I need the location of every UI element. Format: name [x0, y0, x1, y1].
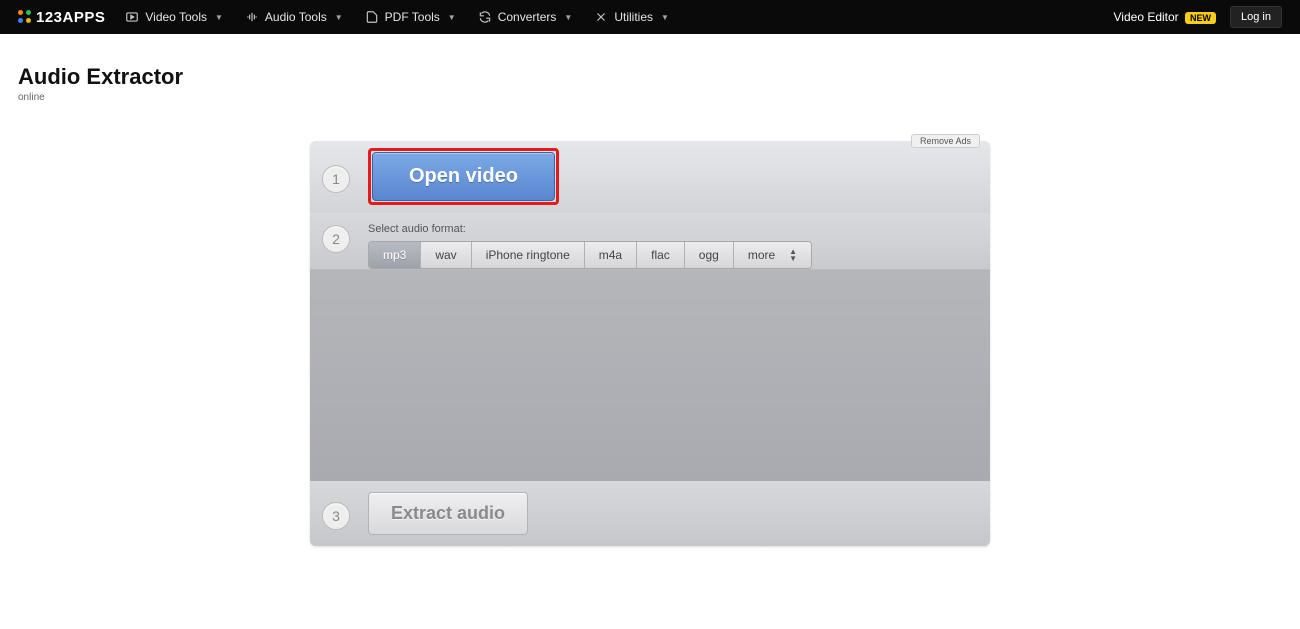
- chevron-down-icon: ▼: [215, 13, 223, 22]
- nav-utilities[interactable]: Utilities ▼: [594, 10, 669, 24]
- chevron-down-icon: ▼: [335, 13, 343, 22]
- step-2-row: 2 Select audio format: mp3 wav iPhone ri…: [310, 213, 990, 269]
- top-nav-right: Video Editor NEW Log in: [1114, 6, 1282, 28]
- nav-audio-label: Audio Tools: [265, 10, 327, 24]
- app-panel: 1 Open video 2 Select audio format: mp3 …: [310, 141, 990, 546]
- format-bar: mp3 wav iPhone ringtone m4a flac ogg mor…: [368, 241, 812, 269]
- extract-audio-button[interactable]: Extract audio: [368, 492, 528, 535]
- play-icon: [125, 10, 139, 24]
- video-editor-label: Video Editor: [1114, 10, 1179, 24]
- chevron-down-icon: ▼: [661, 13, 669, 22]
- nav-menu: Video Tools ▼ Audio Tools ▼ PDF Tools ▼ Con…: [125, 10, 669, 24]
- logo-dots-icon: [18, 10, 32, 24]
- brand-name: 123APPS: [36, 9, 105, 26]
- brand-logo[interactable]: 123APPS: [18, 9, 105, 26]
- audio-wave-icon: [245, 10, 259, 24]
- up-down-icon: ▲▼: [789, 248, 797, 262]
- step-3-number: 3: [322, 502, 350, 530]
- nav-pdf-tools[interactable]: PDF Tools ▼: [365, 10, 456, 24]
- nav-converters-label: Converters: [498, 10, 557, 24]
- nav-video-tools[interactable]: Video Tools ▼: [125, 10, 223, 24]
- page-title: Audio Extractor: [0, 34, 1300, 92]
- app-panel-wrapper: Remove Ads 1 Open video 2 Select audio f…: [310, 141, 990, 546]
- chevron-down-icon: ▼: [448, 13, 456, 22]
- format-more-button[interactable]: more ▲▼: [734, 242, 811, 268]
- nav-video-label: Video Tools: [145, 10, 207, 24]
- open-video-highlight-frame: Open video: [368, 148, 559, 205]
- step-1-row: 1 Open video: [310, 141, 990, 213]
- format-wav-button[interactable]: wav: [421, 242, 471, 268]
- top-nav-bar: 123APPS Video Tools ▼ Audio Tools ▼ PDF To…: [0, 0, 1300, 34]
- tools-icon: [594, 10, 608, 24]
- format-more-label: more: [748, 248, 775, 262]
- step-3-row: 3 Extract audio: [310, 481, 990, 546]
- nav-converters[interactable]: Converters ▼: [478, 10, 573, 24]
- nav-audio-tools[interactable]: Audio Tools ▼: [245, 10, 343, 24]
- page-subtitle: online: [0, 92, 1300, 103]
- step-2-content: Select audio format: mp3 wav iPhone ring…: [368, 221, 812, 269]
- video-editor-link[interactable]: Video Editor NEW: [1114, 10, 1217, 24]
- nav-pdf-label: PDF Tools: [385, 10, 440, 24]
- format-flac-button[interactable]: flac: [637, 242, 685, 268]
- new-badge: NEW: [1185, 12, 1216, 24]
- document-icon: [365, 10, 379, 24]
- format-ringtone-button[interactable]: iPhone ringtone: [472, 242, 585, 268]
- format-ogg-button[interactable]: ogg: [685, 242, 734, 268]
- convert-icon: [478, 10, 492, 24]
- login-button[interactable]: Log in: [1230, 6, 1282, 28]
- chevron-down-icon: ▼: [564, 13, 572, 22]
- format-label: Select audio format:: [368, 223, 812, 235]
- open-video-button[interactable]: Open video: [372, 152, 555, 201]
- format-mp3-button[interactable]: mp3: [369, 242, 421, 268]
- workspace-area: [310, 269, 990, 481]
- step-2-number: 2: [322, 225, 350, 253]
- format-m4a-button[interactable]: m4a: [585, 242, 637, 268]
- remove-ads-link[interactable]: Remove Ads: [911, 134, 980, 148]
- nav-utilities-label: Utilities: [614, 10, 653, 24]
- step-1-number: 1: [322, 165, 350, 193]
